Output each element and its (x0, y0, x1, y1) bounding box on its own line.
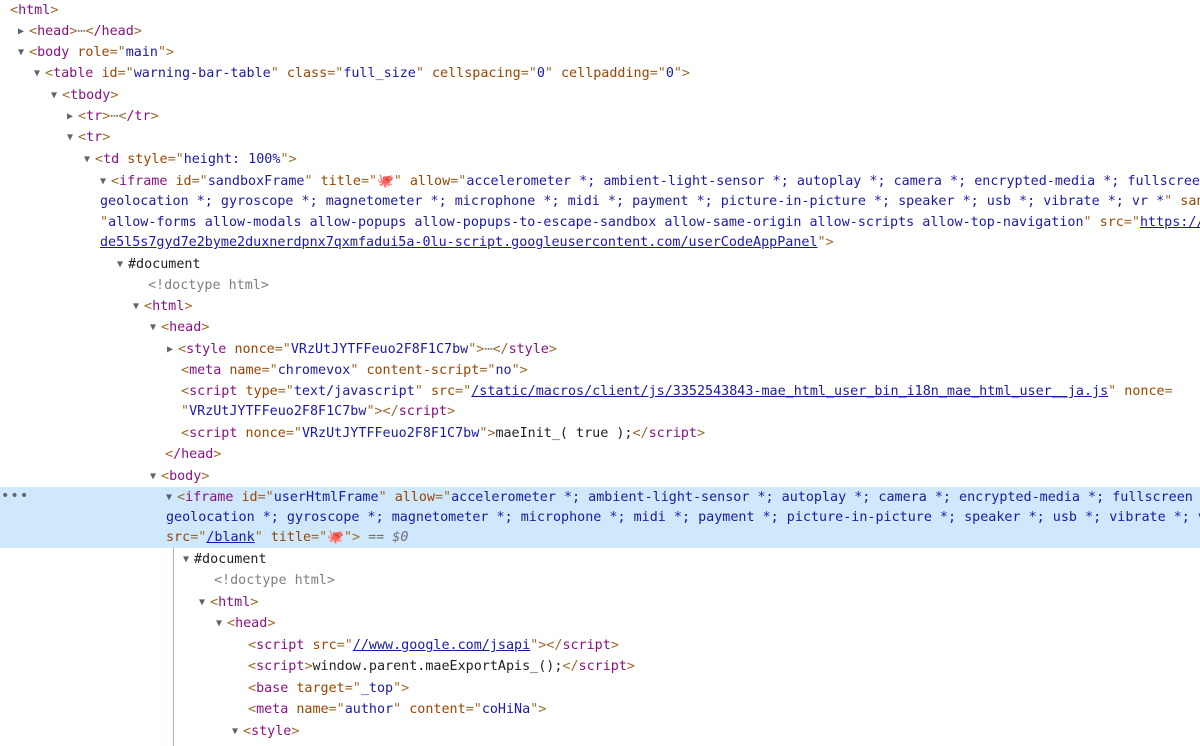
tree-node-html-3[interactable]: ▼ <html> (0, 592, 1200, 613)
collapse-triangle-icon[interactable]: ▼ (232, 721, 243, 742)
expand-triangle-icon[interactable]: ▶ (18, 21, 29, 42)
attribute-continuation: "allow-forms allow-modals allow-popups a… (0, 212, 1200, 233)
expand-triangle-icon[interactable]: ▶ (67, 106, 78, 127)
tree-node-base[interactable]: <base target="_top"> (0, 678, 1200, 699)
collapse-triangle-icon[interactable]: ▼ (51, 85, 62, 106)
collapse-triangle-icon[interactable]: ▼ (67, 127, 78, 148)
script-src-link[interactable]: /static/macros/client/js/3352543843-mae_… (471, 384, 1108, 399)
tree-node-style[interactable]: ▶ <style nonce="VRzUtJYTFFeuo2F8F1C7bw">⋯… (0, 339, 1200, 360)
collapse-triangle-icon[interactable]: ▼ (183, 549, 194, 570)
closing-tag: /head (93, 24, 134, 39)
jsapi-link[interactable]: //www.google.com/jsapi (353, 638, 530, 653)
src-link[interactable]: https://n- (1140, 215, 1200, 230)
tree-node-head-3[interactable]: ▼ <head> (0, 613, 1200, 634)
console-ref-label: == $0 (368, 530, 409, 545)
tree-node-tr[interactable]: ▼ <tr> (0, 127, 1200, 148)
tree-node-meta-author[interactable]: <meta name="author" content="coHiNa"> (0, 699, 1200, 720)
collapse-triangle-icon[interactable]: ▼ (150, 466, 161, 487)
tree-node-html[interactable]: <html> (0, 0, 1200, 21)
collapse-triangle-icon[interactable]: ▼ (216, 613, 227, 634)
src-link[interactable]: de5l5s7gyd7e2byme2duxnerdpnx7qxmfadui5a-… (100, 235, 818, 250)
tree-node-inner-head[interactable]: ▼ <head> (0, 317, 1200, 338)
attribute-continuation: geolocation *; gyroscope *; magnetometer… (166, 510, 1200, 525)
tree-node-tr-collapsed[interactable]: ▶ <tr>⋯</tr> (0, 106, 1200, 127)
tree-node-script-init[interactable]: <script nonce="VRzUtJYTFFeuo2F8F1C7bw">m… (0, 423, 1200, 444)
octopus-icon: 🐙 (377, 174, 394, 189)
attribute-continuation: src="/blank" title="🐙"> == $0 (166, 530, 409, 545)
tree-node-head-close[interactable]: </head> (0, 444, 1200, 465)
tree-node-user-iframe-selected[interactable]: ▼ <iframe id="userHtmlFrame" allow="accel… (0, 487, 1200, 508)
tag-name: head (37, 24, 70, 39)
tree-node-inner-html[interactable]: ▼ <html> (0, 296, 1200, 317)
tree-node-sandbox-iframe[interactable]: ▼ <iframe id="sandboxFrame" title="🐙" all… (0, 171, 1200, 192)
expand-triangle-icon[interactable]: ▶ (167, 339, 178, 360)
collapse-triangle-icon[interactable]: ▼ (199, 592, 210, 613)
tree-node-document[interactable]: ▼ #document (0, 254, 1200, 275)
collapse-triangle-icon[interactable]: ▼ (34, 63, 45, 84)
tree-node-script-jsapi[interactable]: <script src="//www.google.com/jsapi"></s… (0, 635, 1200, 656)
src-link[interactable]: /blank (206, 530, 254, 545)
tree-node-body[interactable]: ▼ <body role="main"> (0, 42, 1200, 63)
tree-node-inner-body[interactable]: ▼ <body> (0, 466, 1200, 487)
attribute-continuation: "VRzUtJYTFFeuo2F8F1C7bw"></script> (181, 404, 456, 419)
collapse-triangle-icon[interactable]: ▼ (100, 171, 111, 192)
tree-node-tbody[interactable]: ▼ <tbody> (0, 85, 1200, 106)
tree-node-td[interactable]: ▼ <td style="height: 100%"> (0, 149, 1200, 170)
attribute-continuation: de5l5s7gyd7e2byme2duxnerdpnx7qxmfadui5a-… (100, 235, 834, 250)
tree-node-doctype[interactable]: <!doctype html> (0, 275, 1200, 296)
collapse-triangle-icon[interactable]: ▼ (117, 254, 128, 275)
tree-node-style-2[interactable]: ▼ <style> (0, 721, 1200, 742)
octopus-icon: 🐙 (327, 530, 344, 545)
tree-node-head[interactable]: ▶ <head>⋯</head> (0, 21, 1200, 42)
collapse-triangle-icon[interactable]: ▼ (166, 487, 177, 508)
tree-node-script-src[interactable]: <script type="text/javascript" src="/sta… (0, 381, 1200, 402)
collapse-triangle-icon[interactable]: ▼ (18, 42, 29, 63)
tree-node-table[interactable]: ▼ <table id="warning-bar-table" class="fu… (0, 63, 1200, 84)
tree-node-document-2[interactable]: ▼ #document (0, 549, 1200, 570)
collapse-triangle-icon[interactable]: ▼ (150, 317, 161, 338)
tree-node-meta-chromevox[interactable]: <meta name="chromevox" content-script="n… (0, 360, 1200, 381)
collapse-triangle-icon[interactable]: ▼ (84, 149, 95, 170)
elements-tree: ••• <html> ▶ <head>⋯</head> ▼ <body role="… (0, 0, 1200, 746)
tree-node-script-export[interactable]: <script>window.parent.maeExportApis_();<… (0, 656, 1200, 677)
collapse-triangle-icon[interactable]: ▼ (133, 296, 144, 317)
attribute-continuation: geolocation *; gyroscope *; magnetometer… (100, 194, 1200, 209)
tag-name: html (18, 3, 51, 18)
tree-node-doctype-2[interactable]: <!doctype html> (0, 570, 1200, 591)
